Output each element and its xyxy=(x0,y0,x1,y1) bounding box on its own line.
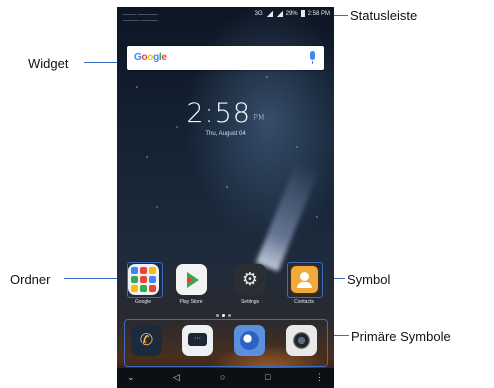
page-indicator xyxy=(216,314,231,317)
microphone-icon[interactable] xyxy=(310,51,315,64)
status-time: 2:58 PM xyxy=(307,10,330,17)
battery-percent: 29% xyxy=(285,10,298,17)
status-bar: ____ ______ _____ _____ 3G 29% 2:58 PM xyxy=(117,7,334,21)
clock-time-value: 2:58 xyxy=(186,98,251,129)
home-icon[interactable]: ○ xyxy=(220,372,225,382)
settings-gear-icon: ⚙ xyxy=(234,264,266,295)
recents-icon[interactable]: □ xyxy=(265,372,270,382)
page-dot xyxy=(228,314,231,317)
page-dot-active xyxy=(222,314,225,317)
network-type: 3G xyxy=(254,10,263,17)
phone-screen: ____ ______ _____ _____ 3G 29% 2:58 PM G… xyxy=(117,7,334,388)
callout-primaere-symbole: Primäre Symbole xyxy=(351,329,451,344)
google-search-widget[interactable]: Google xyxy=(127,46,324,70)
clock-date: Thu, August 04 xyxy=(205,131,246,137)
app-label-google: Google xyxy=(134,299,152,305)
back-icon[interactable]: ◁ xyxy=(173,372,180,383)
carrier-text: ____ ______ _____ _____ xyxy=(123,9,159,21)
browser-icon[interactable] xyxy=(234,325,265,356)
app-label-settings: Settings xyxy=(240,299,260,305)
app-play-store[interactable]: Play Store xyxy=(171,264,211,305)
callout-symbol: Symbol xyxy=(347,272,391,287)
clock-ampm: PM xyxy=(252,113,265,122)
symbol-highlight xyxy=(287,262,323,298)
callout-statusleiste: Statusleiste xyxy=(350,8,418,23)
app-label-play-store: Play Store xyxy=(179,299,203,305)
wifi-signal-icon xyxy=(265,10,273,17)
battery-icon xyxy=(300,10,305,17)
page-dot xyxy=(216,314,219,317)
status-indicators: 3G 29% 2:58 PM xyxy=(255,10,330,17)
hide-navbar-icon[interactable]: ⌄ xyxy=(127,372,135,383)
cell-signal-icon xyxy=(275,10,283,17)
callout-widget: Widget xyxy=(28,56,69,71)
folder-highlight xyxy=(127,262,163,298)
camera-icon[interactable] xyxy=(286,325,317,356)
play-store-icon xyxy=(175,264,207,295)
phone-icon[interactable]: ✆ xyxy=(131,325,162,356)
clock-time[interactable]: 2:58 PM xyxy=(117,98,334,129)
menu-icon[interactable]: ⋮ xyxy=(315,372,324,383)
google-logo: Google xyxy=(134,52,167,63)
callout-ordner: Ordner xyxy=(10,272,51,287)
app-settings[interactable]: ⚙ Settings xyxy=(230,264,270,305)
messages-icon[interactable] xyxy=(182,325,213,356)
navigation-bar: ⌄ ◁ ○ □ ⋮ xyxy=(117,368,334,388)
app-label-contacts: Contacts xyxy=(294,299,314,305)
